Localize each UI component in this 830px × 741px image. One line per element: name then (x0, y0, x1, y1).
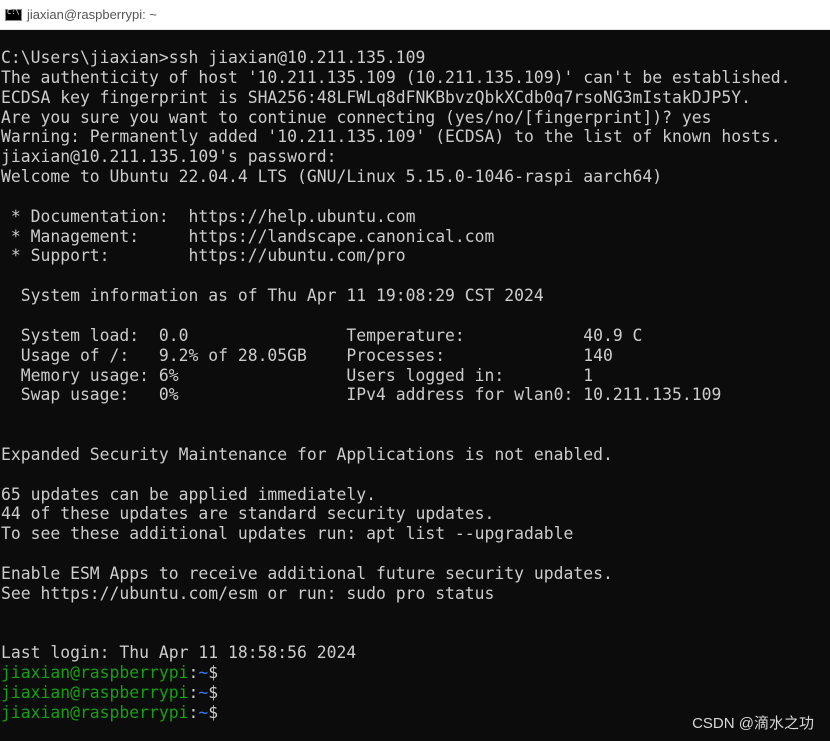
terminal-line: System load: 0.0 Temperature: 40.9 C (1, 325, 643, 345)
prompt-path: ~ (198, 702, 209, 722)
shell-prompt: jiaxian@raspberrypi:~$ (1, 683, 830, 703)
terminal-line: See https://ubuntu.com/esm or run: sudo … (1, 583, 495, 603)
terminal-line: Enable ESM Apps to receive additional fu… (1, 563, 613, 583)
terminal-line: Last login: Thu Apr 11 18:58:56 2024 (1, 643, 357, 663)
prompt-user: jiaxian@raspberrypi (1, 702, 189, 722)
prompt-symbol: $ (208, 663, 219, 683)
terminal-line: Welcome to Ubuntu 22.04.4 LTS (GNU/Linux… (1, 167, 663, 187)
console-app-icon (5, 8, 22, 21)
terminal-line: Memory usage: 6% Users logged in: 1 (1, 365, 594, 385)
terminal-line: 44 of these updates are standard securit… (1, 504, 495, 524)
terminal-line: Usage of /: 9.2% of 28.05GB Processes: 1… (1, 345, 613, 365)
prompt-path: ~ (198, 683, 209, 702)
terminal-line: The authenticity of host '10.211.135.109… (1, 67, 791, 87)
prompt-symbol: $ (208, 683, 219, 702)
terminal-line: Expanded Security Maintenance for Applic… (1, 444, 613, 464)
terminal-line: To see these additional updates run: apt… (1, 524, 574, 544)
terminal-line: Are you sure you want to continue connec… (1, 107, 712, 127)
prompt-user: jiaxian@raspberrypi (1, 683, 189, 702)
prompt-symbol: $ (208, 702, 219, 722)
terminal-line: ECDSA key fingerprint is SHA256:48LFWLq8… (1, 87, 751, 107)
terminal-line: 65 updates can be applied immediately. (1, 484, 376, 504)
terminal-line: * Documentation: https://help.ubuntu.com (1, 206, 416, 226)
terminal-line: * Support: https://ubuntu.com/pro (1, 246, 406, 266)
terminal-line: * Management: https://landscape.canonica… (1, 226, 495, 246)
window-title: jiaxian@raspberrypi: ~ (27, 7, 157, 22)
terminal-line: Warning: Permanently added '10.211.135.1… (1, 127, 781, 147)
prompt-separator: : (188, 702, 199, 722)
prompt-separator: : (188, 663, 199, 683)
terminal-window: jiaxian@raspberrypi: ~ C:\Users\jiaxian>… (0, 0, 830, 741)
prompt-path: ~ (198, 663, 209, 683)
shell-prompt: jiaxian@raspberrypi:~$ (1, 663, 830, 683)
terminal-line: System information as of Thu Apr 11 19:0… (1, 286, 544, 306)
prompt-user: jiaxian@raspberrypi (1, 663, 189, 683)
watermark: CSDN @滴水之功 (692, 715, 814, 732)
terminal-output[interactable]: C:\Users\jiaxian>ssh jiaxian@10.211.135.… (0, 48, 830, 723)
terminal-line: Swap usage: 0% IPv4 address for wlan0: 1… (1, 385, 722, 405)
terminal-line: C:\Users\jiaxian>ssh jiaxian@10.211.135.… (1, 48, 426, 67)
terminal-line: jiaxian@10.211.135.109's password: (1, 147, 337, 167)
title-bar[interactable]: jiaxian@raspberrypi: ~ (0, 0, 830, 30)
prompt-separator: : (188, 683, 199, 702)
